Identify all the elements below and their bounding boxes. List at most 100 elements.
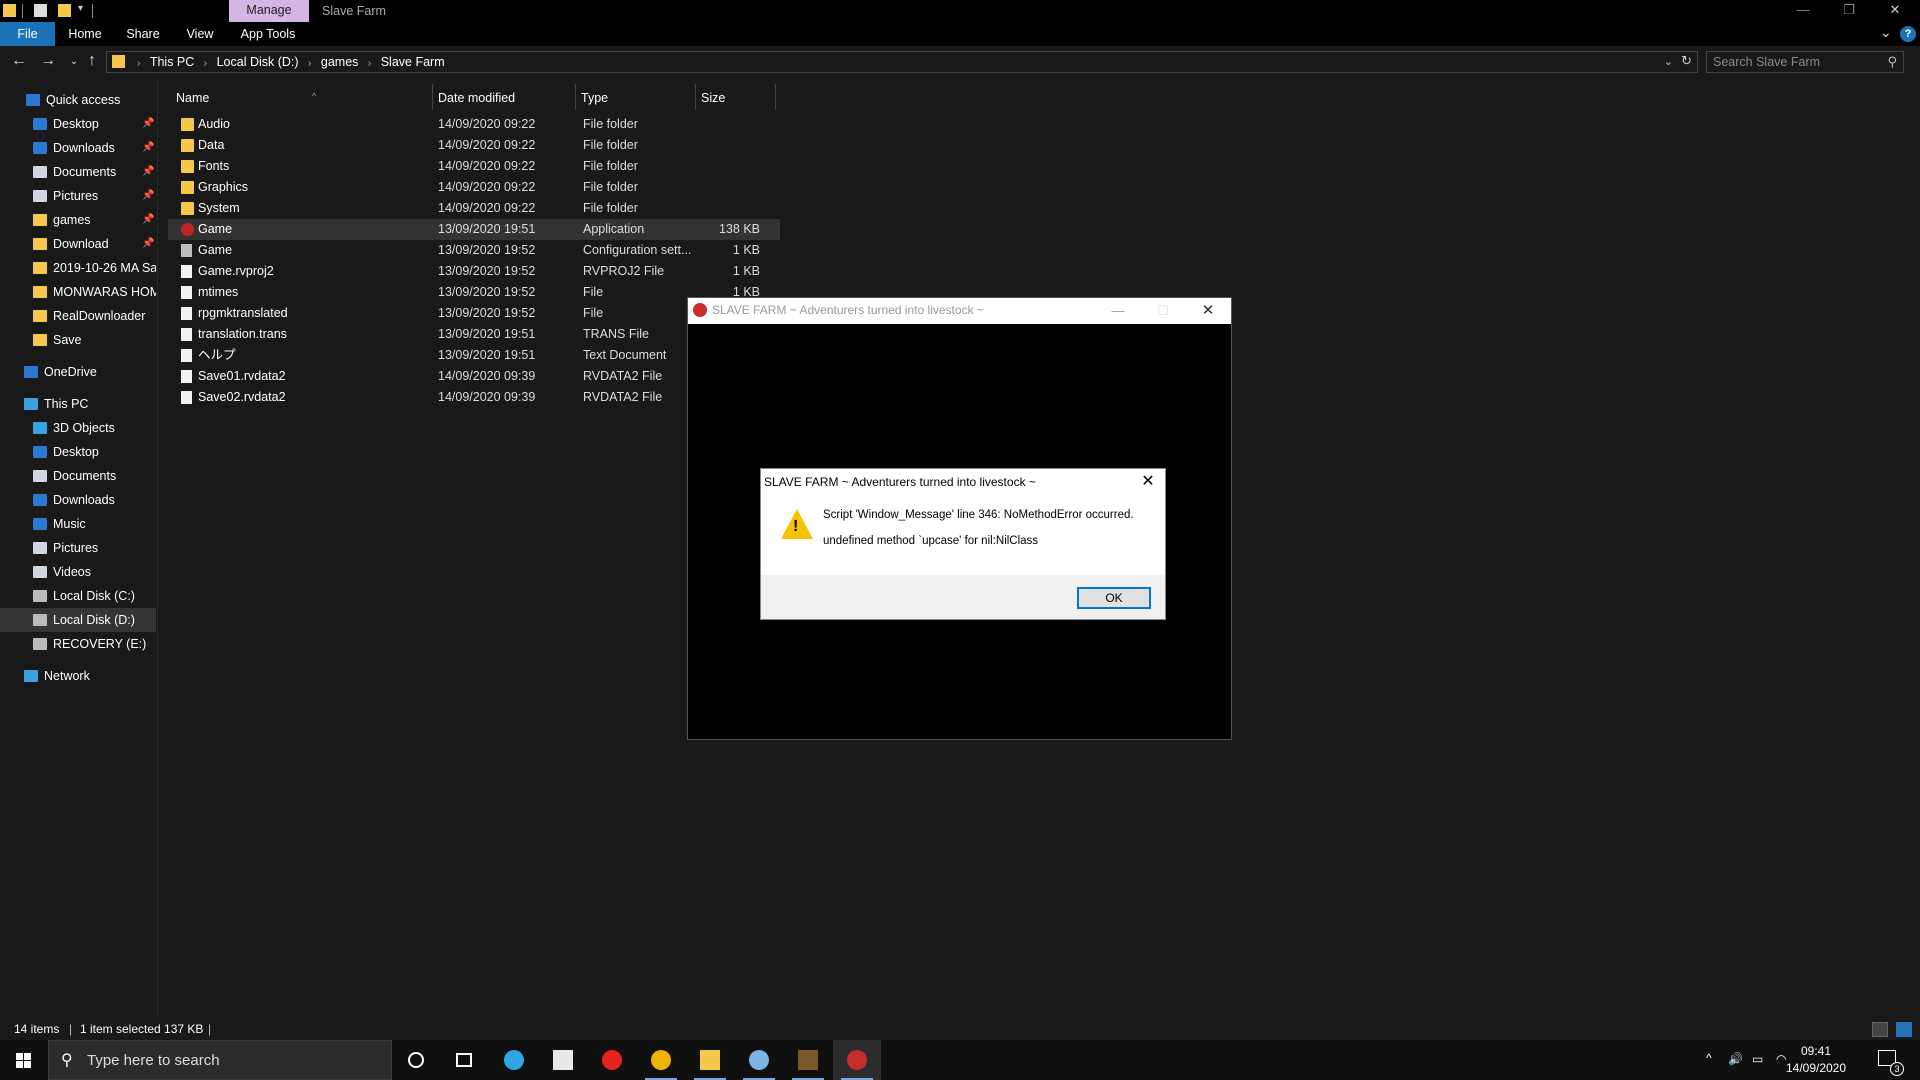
search-icon[interactable]: ⚲ — [1887, 54, 1897, 70]
column-header-type[interactable]: Type — [581, 86, 608, 110]
sidebar-this-pc[interactable]: This PC — [0, 392, 156, 416]
breadcrumb-local-disk-d[interactable]: Local Disk (D:) — [217, 52, 299, 72]
sidebar-onedrive[interactable]: OneDrive — [0, 360, 156, 384]
sidebar-item-pictures[interactable]: Pictures 📌 — [0, 184, 156, 208]
sidebar-item-local-disk-d-[interactable]: Local Disk (D:) — [0, 608, 156, 632]
file-row[interactable]: Game 13/09/2020 19:51 Application 138 KB — [168, 219, 780, 240]
file-row[interactable]: System 14/09/2020 09:22 File folder — [168, 198, 768, 219]
address-bar[interactable]: › This PC › Local Disk (D:) › games › Sl… — [106, 51, 1698, 73]
column-divider[interactable] — [775, 84, 776, 110]
search-input[interactable] — [1713, 52, 1873, 72]
column-divider[interactable] — [432, 84, 433, 110]
new-folder-icon[interactable] — [58, 4, 71, 17]
file-row[interactable]: Game.rvproj2 13/09/2020 19:52 RVPROJ2 File… — [168, 261, 768, 282]
file-row[interactable]: ヘルプ 13/09/2020 19:51 Text Document — [168, 345, 768, 366]
restore-button[interactable]: ❐ — [1826, 0, 1872, 22]
breadcrumb-this-pc[interactable]: This PC — [150, 52, 194, 72]
address-dropdown-chevron-icon[interactable]: ⌄ — [1664, 55, 1673, 68]
sidebar-item-realdownloader[interactable]: RealDownloader — [0, 304, 156, 328]
show-hidden-icons-chevron-icon[interactable]: ^ — [1706, 1051, 1712, 1065]
sidebar-item-desktop[interactable]: Desktop — [0, 440, 156, 464]
dialog-close-button[interactable]: ✕ — [1135, 471, 1161, 493]
cortana-taskbar-button[interactable] — [392, 1040, 440, 1080]
sidebar-item-save[interactable]: Save — [0, 328, 156, 352]
sidebar-item-recovery-e-[interactable]: RECOVERY (E:) — [0, 632, 156, 656]
battery-icon[interactable]: ▭ — [1752, 1052, 1763, 1066]
refresh-icon[interactable]: ↻ — [1681, 53, 1692, 69]
back-arrow-icon[interactable]: ← — [9, 52, 29, 70]
sidebar-item-music[interactable]: Music — [0, 512, 156, 536]
sidebar-item-games[interactable]: games 📌 — [0, 208, 156, 232]
taskbar-search-box[interactable]: ⚲ — [48, 1040, 392, 1080]
start-button[interactable] — [0, 1040, 48, 1080]
game-maximize-button[interactable]: ☐ — [1140, 298, 1186, 324]
task-view-taskbar-button[interactable] — [440, 1040, 488, 1080]
sidebar-quick-access[interactable]: Quick access — [0, 88, 156, 112]
details-view-icon[interactable] — [1872, 1022, 1888, 1037]
game-taskbar-button[interactable] — [833, 1040, 881, 1080]
clock-time[interactable]: 09:41 — [1784, 1043, 1848, 1059]
expand-ribbon-chevron-icon[interactable]: ⌄ — [1880, 24, 1892, 41]
forward-arrow-icon[interactable]: → — [38, 52, 58, 70]
close-button[interactable]: ✕ — [1872, 0, 1918, 22]
sidebar-item-downloads[interactable]: Downloads 📌 — [0, 136, 156, 160]
sidebar-item-2019-10-26-ma-sam[interactable]: 2019-10-26 MA Sam — [0, 256, 156, 280]
tab-file[interactable]: File — [0, 22, 55, 46]
file-row[interactable]: mtimes 13/09/2020 19:52 File 1 KB — [168, 282, 768, 303]
breadcrumb-chevron-icon[interactable]: › — [308, 54, 311, 74]
taskbar-search-input[interactable] — [87, 1049, 377, 1071]
file-row[interactable]: Data 14/09/2020 09:22 File folder — [168, 135, 768, 156]
sidebar-item-documents[interactable]: Documents 📌 — [0, 160, 156, 184]
quick-access-toolbar-dropdown-icon[interactable]: ▾ — [78, 3, 83, 14]
file-row[interactable]: Game 13/09/2020 19:52 Configuration sett..… — [168, 240, 768, 261]
column-header-size[interactable]: Size — [701, 86, 725, 110]
sidebar-item-pictures[interactable]: Pictures — [0, 536, 156, 560]
breadcrumb-games[interactable]: games — [321, 52, 359, 72]
dialog-title-bar[interactable]: SLAVE FARM ~ Adventurers turned into liv… — [761, 469, 1165, 495]
recent-locations-chevron-icon[interactable]: ⌄ — [64, 56, 84, 67]
file-row[interactable]: Fonts 14/09/2020 09:22 File folder — [168, 156, 768, 177]
tab-home[interactable]: Home — [60, 22, 110, 46]
clock-date[interactable]: 14/09/2020 — [1784, 1060, 1848, 1076]
manage-tab[interactable]: Manage — [229, 0, 309, 22]
column-header-date-modified[interactable]: Date modified — [438, 86, 515, 110]
sidebar-item-downloads[interactable]: Downloads — [0, 488, 156, 512]
file-row[interactable]: Graphics 14/09/2020 09:22 File folder — [168, 177, 768, 198]
chrome-taskbar-button[interactable] — [637, 1040, 685, 1080]
sidebar-item-monwaras-homi[interactable]: MONWARAS HOMI — [0, 280, 156, 304]
file-row[interactable]: rpgmktranslated 13/09/2020 19:52 File — [168, 303, 768, 324]
search-box[interactable]: ⚲ — [1706, 51, 1904, 73]
minecraft-taskbar-button[interactable] — [784, 1040, 832, 1080]
up-arrow-icon[interactable]: ↑ — [82, 52, 102, 70]
sidebar-item-documents[interactable]: Documents — [0, 464, 156, 488]
ok-button[interactable]: OK — [1077, 587, 1151, 609]
breadcrumb-slave-farm[interactable]: Slave Farm — [381, 52, 445, 72]
column-header-name[interactable]: Name ^ — [176, 86, 316, 110]
column-divider[interactable] — [575, 84, 576, 110]
sidebar-item-local-disk-c-[interactable]: Local Disk (C:) — [0, 584, 156, 608]
opera-taskbar-button[interactable] — [588, 1040, 636, 1080]
tab-view[interactable]: View — [175, 22, 225, 46]
file-row[interactable]: Audio 14/09/2020 09:22 File folder — [168, 114, 768, 135]
edge-taskbar-button[interactable] — [490, 1040, 538, 1080]
minimize-button[interactable]: — — [1780, 0, 1826, 22]
breadcrumb-chevron-icon[interactable]: › — [137, 54, 140, 74]
volume-icon[interactable]: 🔊 — [1728, 1052, 1743, 1066]
sidebar-network[interactable]: Network — [0, 664, 156, 688]
steam-taskbar-button[interactable] — [735, 1040, 783, 1080]
properties-icon[interactable] — [34, 4, 47, 17]
tab-app-tools[interactable]: App Tools — [235, 22, 301, 46]
game-window-title-bar[interactable]: SLAVE FARM ~ Adventurers turned into liv… — [688, 298, 1231, 324]
help-icon[interactable]: ? — [1900, 26, 1916, 42]
sidebar-item-download[interactable]: Download 📌 — [0, 232, 156, 256]
file-explorer-taskbar-button[interactable] — [686, 1040, 734, 1080]
file-row[interactable]: translation.trans 13/09/2020 19:51 TRANS F… — [168, 324, 768, 345]
tab-share[interactable]: Share — [118, 22, 168, 46]
file-row[interactable]: Save02.rvdata2 14/09/2020 09:39 RVDATA2 Fi… — [168, 387, 768, 408]
breadcrumb-chevron-icon[interactable]: › — [204, 54, 207, 74]
sidebar-item-desktop[interactable]: Desktop 📌 — [0, 112, 156, 136]
breadcrumb-chevron-icon[interactable]: › — [368, 54, 371, 74]
large-icons-view-icon[interactable] — [1896, 1022, 1912, 1037]
error-dialog[interactable]: SLAVE FARM ~ Adventurers turned into liv… — [760, 468, 1166, 620]
column-divider[interactable] — [695, 84, 696, 110]
